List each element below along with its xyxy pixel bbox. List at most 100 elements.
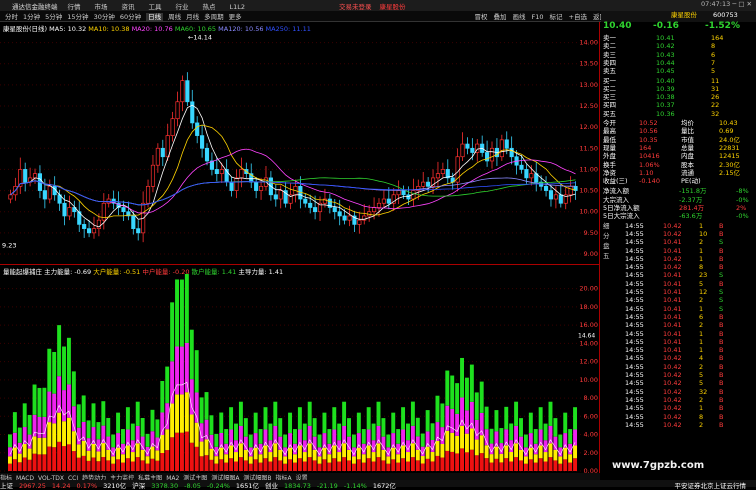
candle-body: [175, 101, 180, 120]
energy-bar: [455, 435, 460, 454]
energy-bar: [224, 462, 229, 471]
chart-tool-button[interactable]: +自选: [569, 13, 587, 21]
quote-cell: 5日大宗流入: [603, 212, 640, 221]
energy-bar: [489, 454, 494, 463]
candle-body: [8, 194, 13, 200]
quote-cell: PE(动): [681, 177, 701, 186]
energy-bar: [57, 441, 62, 471]
chart-tool-button[interactable]: 冒权: [475, 13, 488, 21]
energy-bar: [101, 443, 106, 458]
period-tab[interactable]: 30分钟: [94, 13, 115, 21]
energy-bar: [278, 418, 283, 437]
energy-bar: [351, 463, 356, 471]
energy-bar: [396, 429, 401, 444]
bid-row: 买二 10.39 31: [601, 85, 756, 93]
quote-cell: 10.43: [719, 119, 738, 127]
energy-bar: [121, 462, 125, 471]
candle-body: [426, 181, 431, 187]
quote-cell: 2: [699, 395, 704, 404]
energy-bar: [342, 425, 347, 444]
detail-tab[interactable]: 盘: [603, 242, 613, 250]
period-tab[interactable]: 分时: [5, 13, 18, 21]
quote-cell: 2.15亿: [719, 168, 740, 177]
quote-cell: 10: [699, 229, 708, 238]
index-pct: -1.14%: [343, 482, 367, 490]
energy-bar: [130, 423, 135, 441]
menu-l1l2[interactable]: L1L2: [230, 3, 246, 11]
candle-body: [470, 147, 475, 153]
candle-body: [347, 215, 352, 221]
quote-cell: S: [719, 296, 724, 305]
candle-body: [543, 185, 549, 191]
price-tick: 10.50: [579, 187, 598, 195]
period-tab[interactable]: 日线: [146, 13, 164, 21]
flow-row: 净流入额 -151.8万 -8%: [601, 187, 756, 195]
quote-cell: S: [719, 304, 724, 313]
menu-quotes[interactable]: 行情: [68, 3, 81, 11]
menu-industry[interactable]: 行业: [176, 3, 189, 11]
energy-bar: [253, 412, 258, 434]
quote-cell: B: [719, 387, 724, 396]
chart-tool-button[interactable]: 叠加: [494, 13, 507, 21]
quote-cell: 14:55: [625, 254, 644, 263]
detail-tab[interactable]: 五: [603, 252, 613, 260]
energy-bar: [327, 429, 332, 444]
trade-login-notice[interactable]: 交易未登录: [339, 1, 372, 11]
energy-bar: [209, 415, 214, 435]
energy-bar: [415, 436, 420, 450]
maximize-icon[interactable]: □: [738, 0, 744, 8]
energy-bar: [514, 457, 519, 471]
energy-bar: [317, 456, 322, 464]
chart-tool-button[interactable]: F10: [532, 13, 544, 21]
period-tab[interactable]: 周线: [168, 13, 181, 21]
energy-bar: [484, 429, 489, 446]
chart-tool-button[interactable]: 标记: [550, 13, 563, 21]
indicator-chart[interactable]: 量能起爆捕庄 主力能量: -0.69 大户能量: -0.51 中户能量: -0.…: [0, 265, 600, 475]
period-tab[interactable]: 5分钟: [45, 13, 62, 21]
chart-tools: 冒权 叠加 画线 F10 标记 +自选 返回: [469, 11, 606, 21]
energy-bar: [8, 456, 12, 464]
stock-notice[interactable]: 康星股份: [380, 1, 406, 11]
energy-bar: [386, 434, 391, 448]
detail-tab[interactable]: 分: [603, 232, 613, 240]
period-tab[interactable]: 更多: [229, 13, 242, 21]
energy-bar: [337, 440, 342, 453]
kline-chart[interactable]: 康星股份(日线) MA5: 10.32 MA10: 10.38 MA20: 10…: [0, 22, 600, 265]
menu-news[interactable]: 资讯: [122, 3, 135, 11]
detail-tab-label: 盘: [603, 241, 610, 250]
energy-bar: [548, 401, 553, 426]
quote-cell: B: [719, 312, 724, 321]
energy-bar: [81, 455, 86, 471]
index-name[interactable]: 上证: [0, 482, 13, 490]
value-tick: 12.00: [579, 358, 598, 366]
energy-bar: [474, 439, 479, 456]
index-name[interactable]: 沪深: [132, 482, 145, 490]
period-tab[interactable]: 多周期: [204, 13, 224, 21]
close-icon[interactable]: ✕: [747, 0, 752, 8]
period-tab[interactable]: 1分钟: [23, 13, 40, 21]
detail-tab[interactable]: 细: [603, 222, 613, 230]
period-tab[interactable]: 60分钟: [120, 13, 141, 21]
menu-market[interactable]: 市场: [95, 3, 108, 11]
candle-body: [548, 190, 554, 200]
energy-bar: [455, 453, 460, 471]
energy-bar: [523, 434, 528, 448]
energy-bar: [420, 433, 425, 447]
energy-bar: [47, 422, 52, 447]
period-tab[interactable]: 月线: [186, 13, 199, 21]
energy-bar: [135, 443, 140, 458]
period-tab[interactable]: 15分钟: [67, 13, 88, 21]
menu-tools[interactable]: 工具: [149, 3, 162, 11]
energy-bar: [484, 406, 489, 430]
index-name[interactable]: 创业: [265, 482, 278, 490]
quote-cell: 14:55: [625, 420, 644, 429]
menu-hot[interactable]: 热点: [203, 3, 216, 11]
energy-bar: [243, 449, 248, 461]
energy-bar: [460, 425, 464, 449]
minimize-icon[interactable]: ─: [732, 0, 736, 8]
tick-row: 14:55 10.41 2 S: [601, 238, 756, 246]
energy-bar: [204, 439, 209, 456]
candle-body: [342, 215, 347, 221]
chart-tool-button[interactable]: 画线: [513, 13, 526, 21]
energy-bar: [489, 428, 494, 444]
